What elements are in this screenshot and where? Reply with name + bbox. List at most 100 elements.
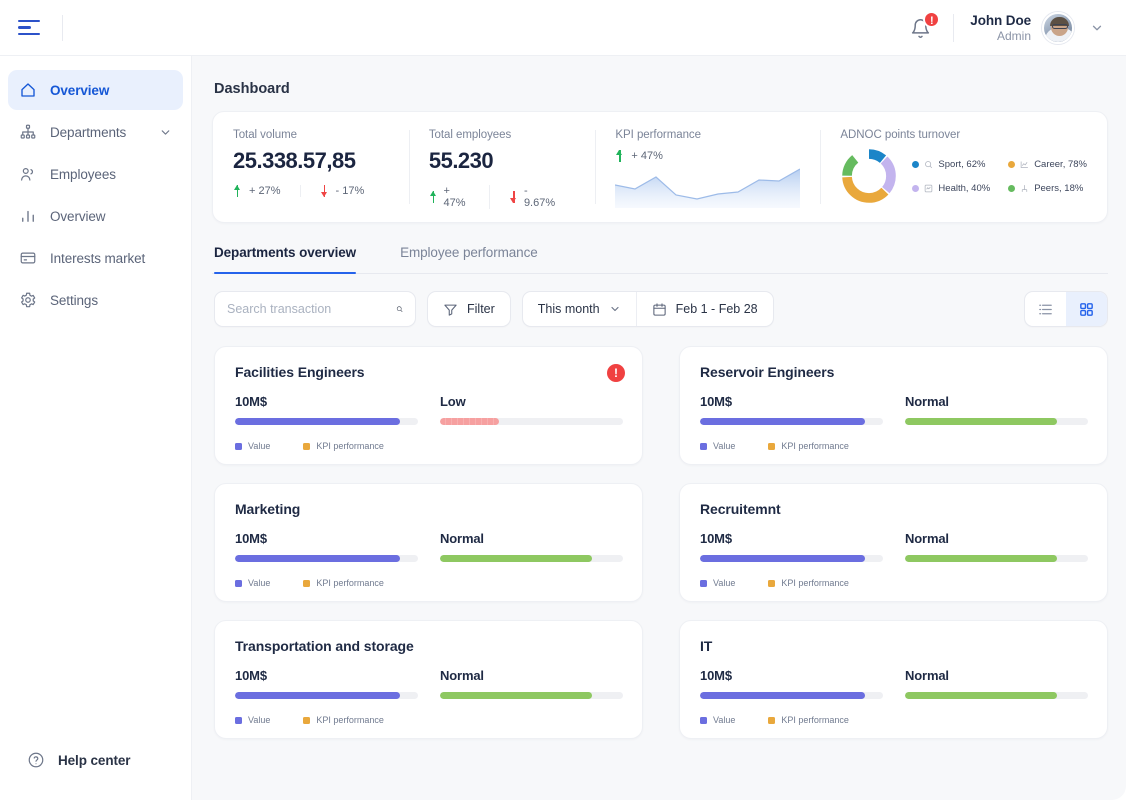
card-title: Reservoir Engineers xyxy=(700,364,835,380)
legend-item-health: Health, 40% xyxy=(912,183,990,194)
alert-badge-icon[interactable]: ! xyxy=(607,364,625,382)
hamburger-icon[interactable] xyxy=(14,13,44,43)
sidebar-item-overview-chart[interactable]: Overview xyxy=(8,196,183,236)
search-box[interactable] xyxy=(214,291,416,327)
notifications-button[interactable]: ! xyxy=(907,10,941,43)
date-range-label: Feb 1 - Feb 28 xyxy=(675,302,758,316)
stat-total-volume: Total volume 25.338.57,85 + 27% - 17% xyxy=(213,112,409,222)
legend-text: Career, 78% xyxy=(1034,158,1087,170)
date-range-picker[interactable]: Feb 1 - Feb 28 xyxy=(635,292,773,326)
sidebar-item-label: Help center xyxy=(58,752,131,768)
delta-text: + 27% xyxy=(249,185,281,197)
delta-up: + 27% xyxy=(233,185,300,197)
view-toggle xyxy=(1024,291,1108,327)
legend-color-square xyxy=(768,579,776,587)
donut-legend: Sport, 62% Career, 78% Health, 40% Peers… xyxy=(912,159,1087,194)
card-title: Recruitemnt xyxy=(700,501,781,517)
department-card[interactable]: Marketing 10M$ Normal Value KPI performa… xyxy=(214,483,643,602)
grid-view-button[interactable] xyxy=(1066,292,1107,326)
chevron-down-icon xyxy=(611,306,619,312)
legend-color-square xyxy=(700,716,707,724)
metric-value: 10M$ xyxy=(700,668,883,699)
metric-label: Normal xyxy=(905,394,949,409)
card-metrics: 10M$ Normal xyxy=(700,668,1088,699)
sidebar-item-interests-market[interactable]: Interests market xyxy=(8,238,183,278)
health-icon xyxy=(924,184,933,193)
filter-button[interactable]: Filter xyxy=(427,291,511,327)
value-bar-track xyxy=(700,692,883,699)
divider xyxy=(62,14,63,41)
stat-label: ADNOC points turnover xyxy=(840,129,961,141)
metric-label: Normal xyxy=(440,668,484,683)
main-content: Dashboard Total volume 25.338.57,85 + 27… xyxy=(192,56,1126,800)
department-card[interactable]: Recruitemnt 10M$ Normal Value KPI perfor… xyxy=(679,483,1108,602)
user-info: John Doe Admin xyxy=(970,13,1031,43)
chevron-down-icon[interactable] xyxy=(1090,21,1104,35)
search-icon[interactable] xyxy=(396,301,403,317)
legend-text: Sport, 62% xyxy=(938,158,986,170)
sidebar-item-departments[interactable]: Departments xyxy=(8,112,183,152)
metric-label: 10M$ xyxy=(700,531,732,546)
delta-down: - 9.67% xyxy=(489,185,575,209)
legend-label: KPI performance xyxy=(316,715,384,725)
tab-employee-performance[interactable]: Employee performance xyxy=(400,245,538,273)
search-input[interactable] xyxy=(227,302,388,316)
metric-kpi: Normal xyxy=(905,531,1088,562)
kpi-bar-track xyxy=(440,418,623,425)
legend-color-dot xyxy=(912,184,920,192)
sidebar-item-label: Interests market xyxy=(50,250,146,266)
legend-color-dot xyxy=(1008,184,1016,192)
arrow-up-icon xyxy=(615,150,624,162)
card-title: Marketing xyxy=(235,501,301,517)
legend-item-peers: Peers, 18% xyxy=(1008,183,1087,194)
stat-label: Total volume xyxy=(233,129,297,141)
department-card[interactable]: Transportation and storage 10M$ Normal V… xyxy=(214,620,643,739)
metric-kpi: Normal xyxy=(905,668,1088,699)
metric-kpi: Normal xyxy=(440,668,623,699)
chevron-down-icon[interactable] xyxy=(159,126,172,139)
department-card[interactable]: IT 10M$ Normal Value KPI performance xyxy=(679,620,1108,739)
legend-label: KPI performance xyxy=(781,441,849,451)
sidebar-item-overview[interactable]: Overview xyxy=(8,70,183,110)
avatar[interactable] xyxy=(1042,11,1074,44)
dashboard-app: ! John Doe Admin Overview Departments Em… xyxy=(0,0,1126,800)
department-card[interactable]: Reservoir Engineers 10M$ Normal Value KP… xyxy=(679,346,1108,465)
tab-departments-overview[interactable]: Departments overview xyxy=(214,245,356,274)
legend-label: KPI performance xyxy=(316,441,384,451)
org-chart-icon xyxy=(20,124,36,139)
peers-icon xyxy=(1020,184,1029,193)
stat-value: 25.338.57,85 xyxy=(233,148,356,173)
card-metrics: 10M$ Normal xyxy=(700,531,1088,562)
kpi-bar-track xyxy=(440,692,623,699)
metric-label: Normal xyxy=(440,531,484,546)
kpi-bar-fill xyxy=(440,418,499,425)
legend-item-value: Value xyxy=(700,578,735,588)
legend-color-square xyxy=(235,716,242,724)
value-bar-track xyxy=(700,418,883,425)
notification-badge: ! xyxy=(923,10,941,28)
sidebar-item-employees[interactable]: Employees xyxy=(8,154,183,194)
home-icon xyxy=(21,83,35,97)
donut-chart xyxy=(840,147,898,205)
metric-kpi: Normal xyxy=(905,394,1088,425)
department-card[interactable]: Facilities Engineers ! 10M$ Low Value KP… xyxy=(214,346,643,465)
metric-label: Normal xyxy=(905,531,949,546)
sidebar-item-label: Employees xyxy=(50,166,116,182)
metric-label: 10M$ xyxy=(700,394,732,409)
sidebar-item-settings[interactable]: Settings xyxy=(8,280,183,320)
legend-item-kpi: KPI performance xyxy=(768,715,849,725)
period-label: This month xyxy=(537,302,600,316)
sidebar-item-label: Overview xyxy=(50,82,110,98)
metric-kpi: Normal xyxy=(440,531,623,562)
users-icon xyxy=(21,168,33,181)
delta-down: - 17% xyxy=(299,185,384,197)
legend-item-value: Value xyxy=(235,578,270,588)
value-bar-track xyxy=(235,692,418,699)
tab-bar: Departments overview Employee performanc… xyxy=(212,245,1108,274)
value-bar-fill xyxy=(235,555,400,562)
legend-label: KPI performance xyxy=(781,578,849,588)
sidebar-item-help-center[interactable]: Help center xyxy=(16,740,175,780)
legend-color-dot xyxy=(1008,160,1016,168)
period-select[interactable]: This month xyxy=(523,292,636,326)
list-view-button[interactable] xyxy=(1025,292,1066,326)
